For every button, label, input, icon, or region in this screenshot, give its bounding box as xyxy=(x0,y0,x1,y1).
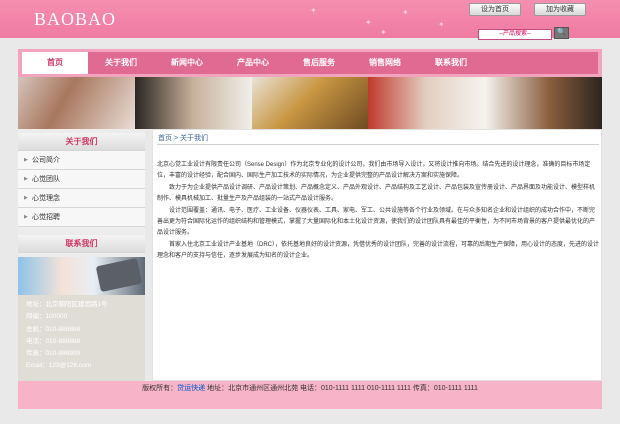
contact-email: Email：123@126.com xyxy=(26,362,92,370)
sidebar-item-recruit[interactable]: 心觉招聘 xyxy=(18,208,145,227)
banner xyxy=(18,77,602,129)
footer-info: 地址：北京市通州区通州北苑 电话：010-1111 1111 010-1111 … xyxy=(205,385,478,392)
contact-title: 联系我们 xyxy=(18,235,145,253)
site-logo: BAOBAO xyxy=(34,9,117,29)
sidebar: 关于我们 公司简介 心觉团队 心觉理念 心觉招聘 联系我们 地址：北京朝阳区建国… xyxy=(18,129,145,381)
contact-phone: 电话：010-888888 xyxy=(26,337,81,345)
banner-image xyxy=(134,77,252,129)
banner-image xyxy=(251,77,369,129)
search-input[interactable]: --产品搜索-- xyxy=(478,29,552,40)
paragraph: 首家入住北京工业设计产业基地（DRC），依托基地良好的设计资源，凭借优秀的设计团… xyxy=(157,241,600,260)
sparkle-icon: ✦ xyxy=(380,28,387,37)
add-favorite-button[interactable]: 加为收藏 xyxy=(534,3,586,16)
paragraph: 设计范围覆盖：通讯、电子、医疗、工业设备、仪器仪表、工具、家电、军工、公共设施等… xyxy=(157,207,596,237)
sparkle-icon: ✦ xyxy=(310,6,317,15)
search-button[interactable]: 🔍 xyxy=(554,27,569,39)
banner-image xyxy=(368,77,486,129)
nav-item-4[interactable]: 售后服务 xyxy=(286,52,352,74)
contact-switchboard: 总机：010-888888 xyxy=(26,325,81,333)
nav-item-3[interactable]: 产品中心 xyxy=(220,52,286,74)
nav-item-5[interactable]: 销售网络 xyxy=(352,52,418,74)
main-content: 首页 > 关于我们 北京心觉工业设计有限责任公司（Sense Design）作为… xyxy=(152,129,602,381)
sidebar-item-intro[interactable]: 公司简介 xyxy=(18,151,145,170)
sparkle-icon: ✦ xyxy=(402,8,409,17)
nav-item-2[interactable]: 新闻中心 xyxy=(154,52,220,74)
sparkle-icon: ✦ xyxy=(365,18,372,27)
paragraph: 北京心觉工业设计有限责任公司（Sense Design）作为北京专业化的设计公司… xyxy=(157,162,591,180)
contact-address: 地址：北京朝阳区建国路1号 xyxy=(26,301,108,308)
sparkle-icon: ✦ xyxy=(438,20,445,29)
divider xyxy=(157,144,599,145)
article-body: 北京心觉工业设计有限责任公司（Sense Design）作为北京专业化的设计公司… xyxy=(157,160,599,263)
nav-item-6[interactable]: 联系我们 xyxy=(418,52,484,74)
footer-prefix: 版权所有： xyxy=(142,385,178,392)
nav-item-1[interactable]: 关于我们 xyxy=(88,52,154,74)
footer: 版权所有：贷运快递 地址：北京市通州区通州北苑 电话：010-1111 1111… xyxy=(18,381,602,409)
footer-link[interactable]: 贷运快递 xyxy=(177,385,205,392)
contact-postcode: 邮编：100000 xyxy=(26,313,68,321)
paragraph: 致力于为企业提供产品设计调研、产品设计策划、产品概念定义、产品外观设计、产品结构… xyxy=(157,184,596,203)
breadcrumb: 首页 > 关于我们 xyxy=(158,135,208,142)
about-title: 关于我们 xyxy=(18,133,145,151)
main-nav: 首页 关于我们 新闻中心 产品中心 售后服务 销售网络 联系我们 xyxy=(18,49,602,77)
banner-image xyxy=(485,77,602,129)
contact-fax: 传真：010-999999 xyxy=(26,350,81,358)
nav-item-0[interactable]: 首页 xyxy=(22,52,88,74)
contact-info: 地址：北京朝阳区建国路1号 邮编：100000 总机：010-888888 电话… xyxy=(18,295,145,381)
sidebar-item-team[interactable]: 心觉团队 xyxy=(18,170,145,189)
set-home-button[interactable]: 设为首页 xyxy=(469,3,521,16)
sidebar-item-philosophy[interactable]: 心觉理念 xyxy=(18,189,145,208)
banner-image xyxy=(18,77,135,129)
